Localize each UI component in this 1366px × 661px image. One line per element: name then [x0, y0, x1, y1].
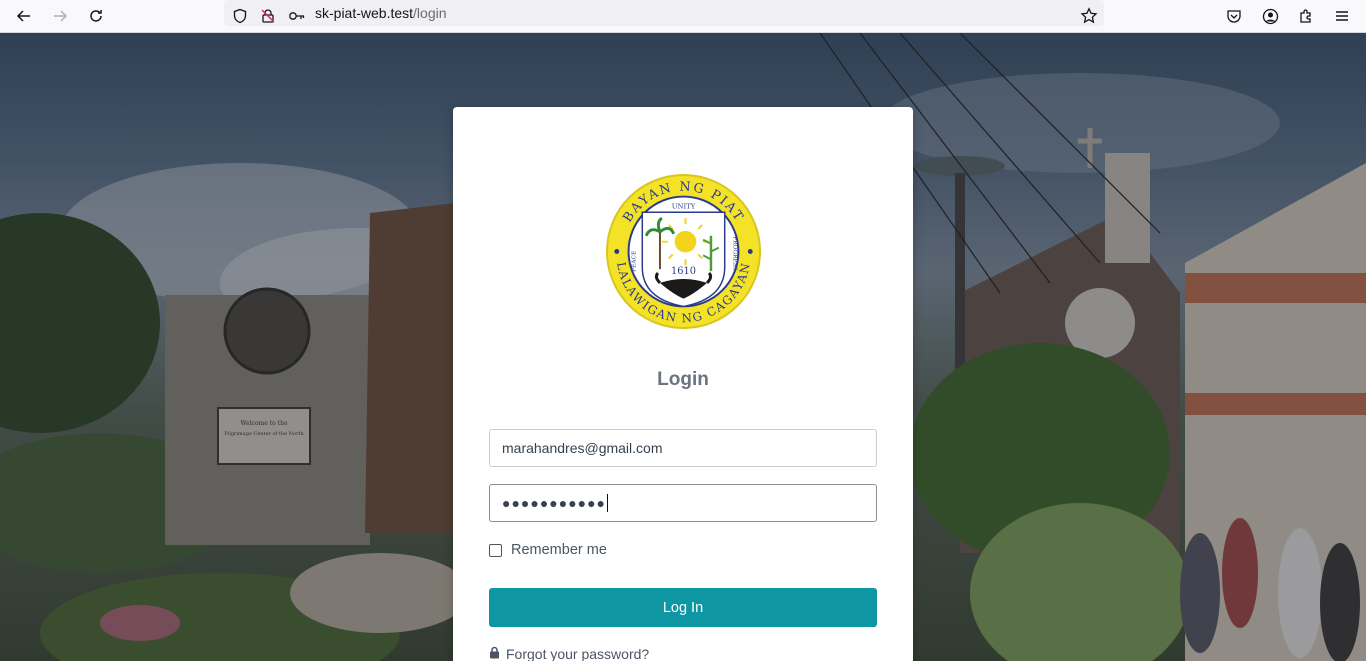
remember-me[interactable]: Remember me: [489, 542, 607, 558]
pocket-icon[interactable]: [1220, 2, 1248, 30]
back-icon[interactable]: [10, 2, 38, 30]
seal-peace: PEACE: [631, 251, 637, 272]
email-value: marahandres@gmail.com: [502, 440, 663, 456]
account-icon[interactable]: [1256, 2, 1284, 30]
forgot-password-label[interactable]: Forgot your password?: [506, 646, 649, 661]
url-text[interactable]: sk-piat-web.test/login: [315, 5, 447, 21]
seal-year: 1610: [671, 266, 696, 277]
remember-me-checkbox[interactable]: [489, 543, 502, 557]
shield-icon[interactable]: [226, 2, 254, 30]
menu-icon[interactable]: [1328, 2, 1356, 30]
password-mask: ●●●●●●●●●●●: [502, 495, 607, 511]
bookmark-star-icon[interactable]: [1075, 2, 1103, 30]
login-card: BAYAN NG PIAT LALAWIGAN NG CAGAYAN UNITY…: [453, 107, 913, 661]
reload-icon[interactable]: [82, 2, 110, 30]
forgot-password-link[interactable]: Forgot your password?: [489, 646, 649, 661]
extensions-icon[interactable]: [1292, 2, 1320, 30]
url-path: /login: [413, 5, 447, 21]
login-title: Login: [657, 369, 709, 390]
url-host: sk-piat-web.test: [315, 5, 414, 21]
browser-toolbar: sk-piat-web.test/login: [0, 0, 1366, 33]
blocked-permission-icon[interactable]: [254, 2, 282, 30]
password-field[interactable]: ●●●●●●●●●●●: [489, 484, 877, 522]
lock-icon: [489, 646, 500, 661]
text-caret: [607, 494, 609, 512]
seal-unity: UNITY: [672, 202, 696, 210]
seal-progress: PROGRESS: [732, 236, 738, 271]
email-field[interactable]: marahandres@gmail.com: [489, 429, 877, 467]
remember-me-label[interactable]: Remember me: [511, 542, 607, 558]
municipal-seal-logo: BAYAN NG PIAT LALAWIGAN NG CAGAYAN UNITY…: [605, 173, 762, 330]
login-button[interactable]: Log In: [489, 588, 877, 627]
key-icon[interactable]: [283, 2, 311, 30]
forward-icon[interactable]: [46, 2, 74, 30]
